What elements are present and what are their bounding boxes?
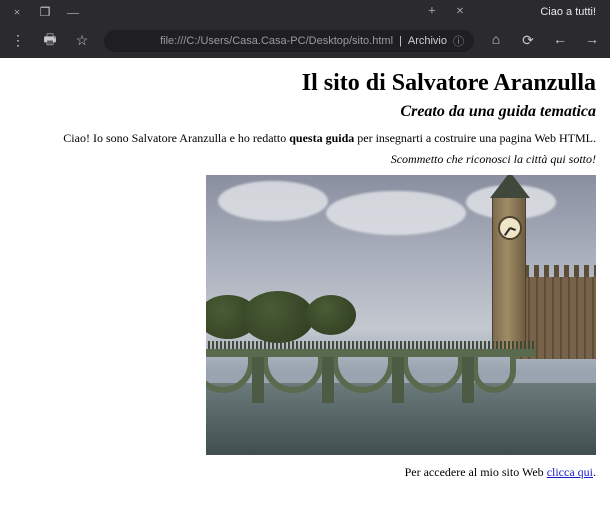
forward-icon[interactable]: ← — [550, 31, 570, 51]
new-tab-button[interactable]: + — [422, 2, 442, 22]
address-path: file:///C:/Users/Casa.Casa-PC/Desktop/si… — [160, 35, 393, 47]
tab-title[interactable]: Ciao a tutti! — [540, 6, 596, 18]
page-heading-1: Il sito di Salvatore Aranzulla — [14, 70, 596, 97]
footer-link[interactable]: clicca qui — [547, 465, 593, 479]
intro-text-bold: questa guida — [289, 131, 354, 145]
print-icon[interactable]: 🖶 — [40, 31, 60, 51]
window-minimize-button[interactable]: — — [64, 3, 82, 21]
back-icon[interactable]: → — [582, 31, 602, 51]
intro-text-pre: Ciao! Io sono Salvatore Aranzulla e ho r… — [63, 131, 289, 145]
footer-text-pre: Per accedere al mio sito Web — [405, 465, 547, 479]
bookmark-star-icon[interactable]: ☆ — [72, 31, 92, 51]
page-content: Il sito di Salvatore Aranzulla Creato da… — [0, 58, 610, 498]
home-icon[interactable]: ⌂ — [486, 31, 506, 51]
address-bar[interactable]: file:///C:/Users/Casa.Casa-PC/Desktop/si… — [104, 30, 474, 52]
image-container — [14, 175, 596, 455]
reload-icon[interactable]: ⟳ — [518, 31, 538, 51]
window-restore-button[interactable]: ❐ — [36, 3, 54, 21]
clock-face-shape — [498, 216, 522, 240]
page-heading-2: Creato da una guida tematica — [14, 103, 596, 121]
window-close-button[interactable]: × — [8, 3, 26, 21]
footer-paragraph: Per accedere al mio sito Web clicca qui. — [14, 465, 596, 480]
intro-paragraph: Ciao! Io sono Salvatore Aranzulla e ho r… — [14, 131, 596, 146]
address-separator: | — [399, 35, 402, 47]
close-tab-button[interactable]: × — [450, 2, 470, 22]
browser-toolbar: ⋮ 🖶 ☆ file:///C:/Users/Casa.Casa-PC/Desk… — [0, 24, 610, 58]
italic-paragraph: Scommetto che riconosci la città qui sot… — [14, 152, 596, 167]
menu-icon[interactable]: ⋮ — [8, 31, 28, 51]
big-ben-tower-shape — [492, 197, 526, 357]
intro-text-post: per insegnarti a costruire una pagina We… — [354, 131, 596, 145]
address-prefix: Archivio — [408, 35, 447, 47]
window-titlebar: × ❐ — + × Ciao a tutti! — [0, 0, 610, 24]
footer-text-post: . — [593, 465, 596, 479]
site-info-icon[interactable]: ⓘ — [453, 33, 464, 49]
london-image — [206, 175, 596, 455]
bridge-shape — [206, 341, 536, 393]
